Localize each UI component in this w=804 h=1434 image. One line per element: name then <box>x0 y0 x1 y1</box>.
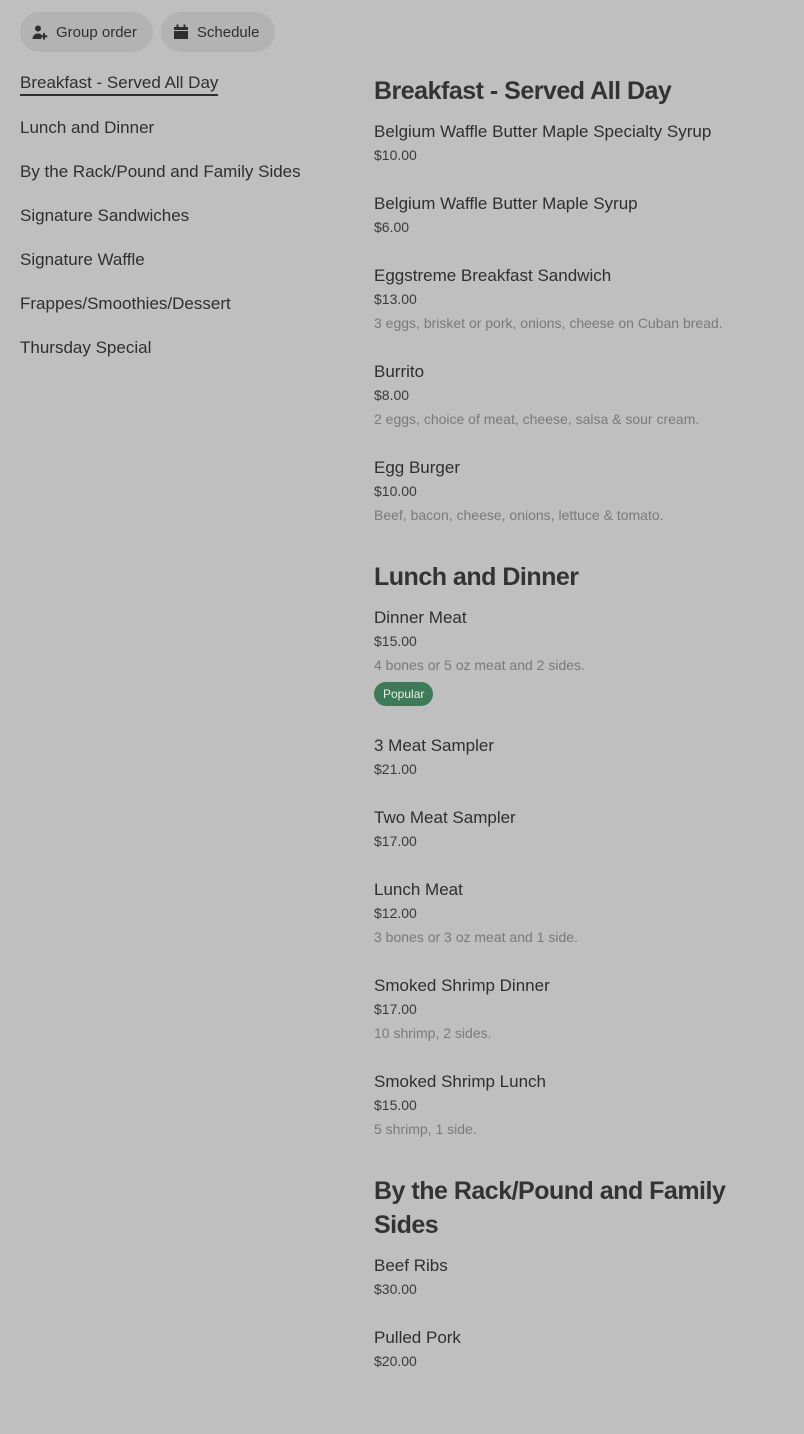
item-name: Pulled Pork <box>374 1328 461 1347</box>
popular-badge: Popular <box>374 682 434 706</box>
item-name: Belgium Waffle Butter Maple Syrup <box>374 194 638 213</box>
item-description: 5 shrimp, 1 side. <box>374 1121 477 1137</box>
menu-item[interactable]: Two Meat Sampler $17.00 <box>374 806 794 850</box>
menu-section-lunch-dinner: Lunch and Dinner Dinner Meat $15.00 4 bo… <box>374 560 794 1138</box>
group-order-label: Group order <box>56 23 137 41</box>
item-price: $13.00 <box>374 291 417 307</box>
sidebar-item-frappes[interactable]: Frappes/Smoothies/Dessert <box>20 292 231 316</box>
menu-item[interactable]: Egg Burger $10.00 Beef, bacon, cheese, o… <box>374 456 794 524</box>
item-price: $10.00 <box>374 483 417 499</box>
menu-section-breakfast: Breakfast - Served All Day Belgium Waffl… <box>374 74 794 524</box>
menu-item[interactable]: Beef Ribs $30.00 <box>374 1254 794 1298</box>
menu-content: Breakfast - Served All Day Belgium Waffl… <box>374 74 794 1406</box>
group-order-button[interactable]: Group order <box>20 12 153 52</box>
store-menu-page: Group order Schedule Breakfast - Served … <box>0 0 804 1434</box>
item-name: Dinner Meat <box>374 608 467 627</box>
item-description: 3 eggs, brisket or pork, onions, cheese … <box>374 315 723 331</box>
item-description: 3 bones or 3 oz meat and 1 side. <box>374 929 578 945</box>
menu-item[interactable]: Smoked Shrimp Dinner $17.00 10 shrimp, 2… <box>374 974 794 1042</box>
item-name: Eggstreme Breakfast Sandwich <box>374 266 612 285</box>
item-price: $17.00 <box>374 833 417 849</box>
section-title: Breakfast - Served All Day <box>374 77 672 105</box>
schedule-label: Schedule <box>196 23 260 41</box>
menu-item[interactable]: Pulled Pork $20.00 <box>374 1326 794 1370</box>
item-name: Smoked Shrimp Dinner <box>374 976 550 995</box>
item-price: $15.00 <box>374 1097 417 1113</box>
top-actions: Group order Schedule <box>20 12 276 52</box>
item-price: $30.00 <box>374 1281 417 1297</box>
sidebar-item-rack-pound[interactable]: By the Rack/Pound and Family Sides <box>20 160 301 184</box>
menu-item[interactable]: Belgium Waffle Butter Maple Syrup $6.00 <box>374 192 794 236</box>
schedule-button[interactable]: Schedule <box>160 12 276 52</box>
menu-item[interactable]: Burrito $8.00 2 eggs, choice of meat, ch… <box>374 360 794 428</box>
menu-item[interactable]: Lunch Meat $12.00 3 bones or 3 oz meat a… <box>374 878 794 946</box>
sidebar-item-thursday-special[interactable]: Thursday Special <box>20 336 151 360</box>
item-price: $8.00 <box>374 387 410 403</box>
menu-item[interactable]: Smoked Shrimp Lunch $15.00 5 shrimp, 1 s… <box>374 1070 794 1138</box>
item-description: 4 bones or 5 oz meat and 2 sides. <box>374 657 585 673</box>
sidebar-item-signature-sandwiches[interactable]: Signature Sandwiches <box>20 204 189 228</box>
item-name: Lunch Meat <box>374 880 463 899</box>
item-price: $20.00 <box>374 1353 417 1369</box>
item-price: $10.00 <box>374 147 417 163</box>
add-person-icon <box>32 25 48 40</box>
menu-item[interactable]: Belgium Waffle Butter Maple Specialty Sy… <box>374 120 794 164</box>
item-price: $15.00 <box>374 633 417 649</box>
item-description: Beef, bacon, cheese, onions, lettuce & t… <box>374 507 664 523</box>
sidebar-item-lunch-dinner[interactable]: Lunch and Dinner <box>20 116 154 140</box>
category-sidebar: Breakfast - Served All Day Lunch and Din… <box>20 72 350 380</box>
item-name: Beef Ribs <box>374 1256 448 1275</box>
item-price: $6.00 <box>374 219 410 235</box>
item-name: Two Meat Sampler <box>374 808 516 827</box>
item-price: $12.00 <box>374 905 417 921</box>
menu-item[interactable]: Dinner Meat $15.00 4 bones or 5 oz meat … <box>374 606 794 706</box>
item-name: Belgium Waffle Butter Maple Specialty Sy… <box>374 122 712 141</box>
item-name: Burrito <box>374 362 425 381</box>
menu-item[interactable]: 3 Meat Sampler $21.00 <box>374 734 794 778</box>
item-description: 2 eggs, choice of meat, cheese, salsa & … <box>374 411 700 427</box>
item-price: $21.00 <box>374 761 417 777</box>
item-name: Smoked Shrimp Lunch <box>374 1072 546 1091</box>
sidebar-item-signature-waffle[interactable]: Signature Waffle <box>20 248 145 272</box>
item-name: 3 Meat Sampler <box>374 736 494 755</box>
section-title: By the Rack/Pound and Family Sides <box>374 1177 726 1239</box>
item-name: Egg Burger <box>374 458 460 477</box>
calendar-icon <box>173 24 188 39</box>
sidebar-item-breakfast[interactable]: Breakfast - Served All Day <box>20 72 219 96</box>
section-title: Lunch and Dinner <box>374 563 579 591</box>
menu-section-rack-pound: By the Rack/Pound and Family Sides Beef … <box>374 1174 794 1370</box>
item-description: 10 shrimp, 2 sides. <box>374 1025 492 1041</box>
menu-item[interactable]: Eggstreme Breakfast Sandwich $13.00 3 eg… <box>374 264 794 332</box>
item-price: $17.00 <box>374 1001 417 1017</box>
